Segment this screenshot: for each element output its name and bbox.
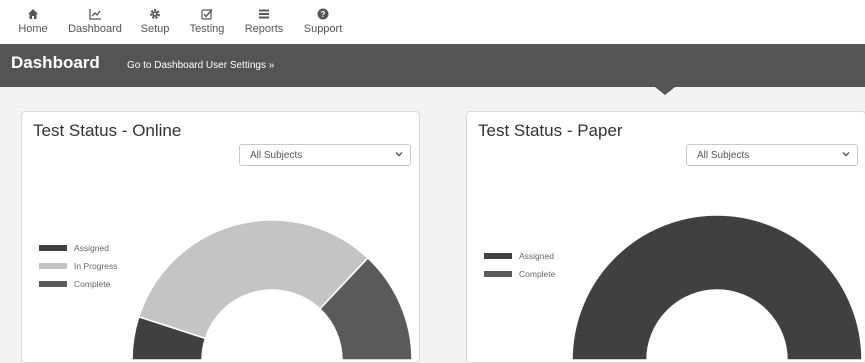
legend-label: Assigned: [519, 251, 554, 261]
legend-label: Complete: [74, 279, 111, 289]
nav-support[interactable]: ? Support: [300, 8, 346, 35]
legend-swatch-complete: [484, 271, 512, 277]
legend-swatch-assigned: [39, 245, 67, 251]
top-navigation: Home Dashboard Setup Testing Reports ? S…: [0, 0, 865, 44]
nav-dashboard-label: Dashboard: [68, 23, 122, 35]
report-icon: [242, 8, 286, 22]
nav-dashboard[interactable]: Dashboard: [66, 8, 124, 35]
line-chart-icon: [66, 8, 124, 22]
home-icon: [17, 8, 49, 22]
gear-icon: [138, 8, 172, 22]
legend-label: Assigned: [74, 243, 109, 253]
nav-home[interactable]: Home: [17, 8, 49, 35]
nav-reports-label: Reports: [244, 23, 284, 35]
select-value: All Subjects: [250, 150, 303, 161]
chevron-down-icon: [841, 149, 851, 162]
legend-label: In Progress: [74, 261, 118, 271]
dashboard-settings-link[interactable]: Go to Dashboard User Settings »: [127, 60, 274, 71]
nav-support-label: Support: [303, 23, 343, 35]
nav-testing[interactable]: Testing: [187, 8, 227, 35]
test-status-paper-panel: Test Status - Paper All Subjects Assigne…: [466, 111, 865, 363]
nav-home-label: Home: [18, 23, 48, 35]
svg-text:?: ?: [321, 10, 326, 19]
checkbox-icon: [187, 8, 227, 22]
legend-swatch-complete: [39, 281, 67, 287]
online-subject-select[interactable]: All Subjects: [239, 144, 411, 166]
panel-title: Test Status - Paper: [478, 121, 623, 140]
test-status-online-panel: Test Status - Online All Subjects Assign…: [21, 111, 420, 363]
legend-swatch-in-progress: [39, 263, 67, 269]
nav-setup[interactable]: Setup: [138, 8, 172, 35]
select-value: All Subjects: [697, 150, 750, 161]
legend-label: Complete: [519, 269, 556, 279]
chevron-down-icon: [394, 149, 404, 162]
nav-setup-label: Setup: [140, 23, 170, 35]
nav-reports[interactable]: Reports: [242, 8, 286, 35]
paper-subject-select[interactable]: All Subjects: [686, 144, 858, 166]
nav-testing-label: Testing: [189, 23, 225, 35]
header-pointer: [655, 87, 675, 95]
question-icon: ?: [300, 8, 346, 22]
page-title: Dashboard: [11, 53, 100, 72]
page-header: Dashboard Go to Dashboard User Settings …: [0, 44, 865, 87]
legend-swatch-assigned: [484, 253, 512, 259]
panel-title: Test Status - Online: [33, 121, 182, 140]
gauge-segment-assigned[interactable]: [571, 214, 863, 361]
